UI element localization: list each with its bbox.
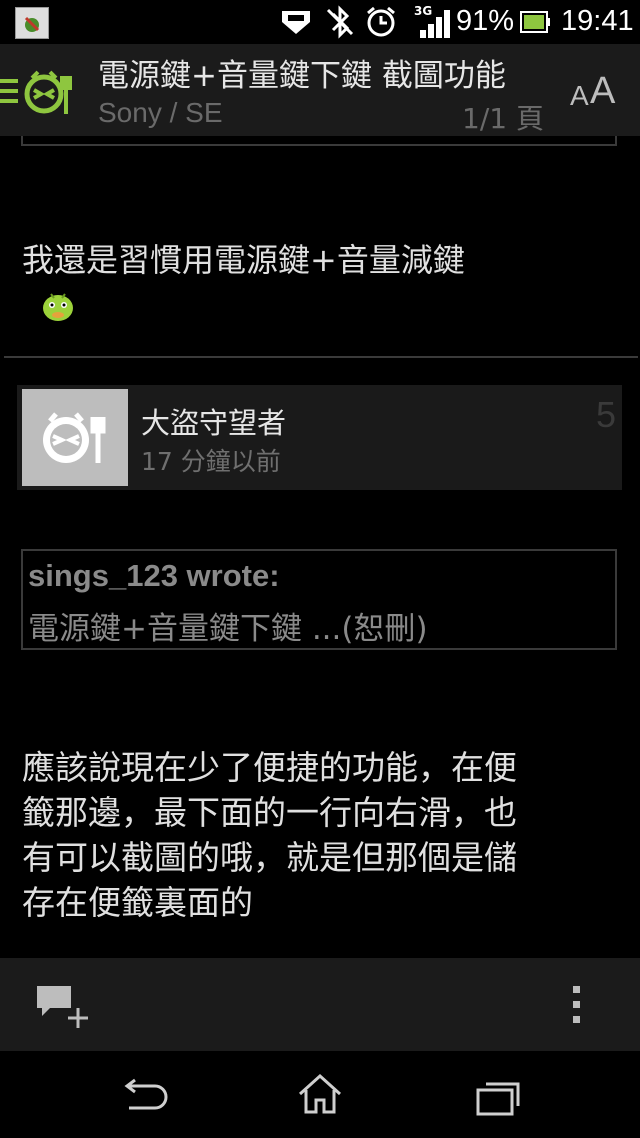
reply-icon bbox=[34, 986, 92, 1032]
font-size-button[interactable]: A A bbox=[566, 70, 626, 120]
bottom-action-bar bbox=[0, 958, 640, 1051]
status-time: 19:41 bbox=[561, 5, 634, 37]
post-body-line: 應該說現在少了便捷的功能，在便 bbox=[22, 748, 517, 787]
recent-apps-button[interactable] bbox=[474, 1076, 524, 1118]
car-mode-icon bbox=[279, 8, 313, 40]
avatar-logo-icon bbox=[38, 409, 112, 471]
post-divider bbox=[4, 356, 638, 358]
floor-number: 5 bbox=[596, 394, 617, 435]
battery-percent: 91% bbox=[456, 5, 515, 37]
app-logo-icon bbox=[22, 68, 80, 122]
font-size-icon-large: A bbox=[590, 70, 616, 112]
font-size-icon: A bbox=[570, 80, 589, 111]
previous-post-text: 我還是習慣用電源鍵+音量減鍵 bbox=[22, 241, 465, 279]
overflow-menu-button[interactable] bbox=[562, 982, 592, 1032]
signal-icon bbox=[418, 10, 452, 42]
post-body-line: 有可以截圖的哦，就是但那個是儲 bbox=[22, 838, 517, 877]
alarm-icon bbox=[364, 5, 398, 43]
post-body-line: 籤那邊，最下面的一行向右滑，也 bbox=[22, 793, 517, 832]
avatar[interactable] bbox=[22, 389, 128, 486]
page-title: 電源鍵+音量鍵下鍵 截圖功能 bbox=[98, 58, 506, 94]
forum-name: Sony / SE bbox=[98, 97, 223, 128]
home-icon bbox=[296, 1073, 344, 1122]
previous-card-bottom-border bbox=[21, 136, 617, 146]
battery-icon bbox=[520, 10, 550, 38]
recent-apps-icon bbox=[474, 1082, 524, 1122]
overflow-menu-icon bbox=[562, 986, 592, 1030]
emoticon-icon bbox=[40, 288, 76, 328]
post-body-line: 存在便籤裏面的 bbox=[22, 883, 253, 922]
quote-author: sings_123 wrote: bbox=[28, 558, 280, 593]
author-name[interactable]: 大盜守望者 bbox=[141, 400, 286, 442]
back-button[interactable] bbox=[115, 1074, 169, 1118]
menu-lines-icon bbox=[0, 78, 20, 108]
page-indicator[interactable]: 1/1 頁 bbox=[462, 97, 544, 137]
quote-text: 電源鍵+音量鍵下鍵 ...(恕刪) bbox=[28, 611, 428, 647]
post-body: 應該說現在少了便捷的功能，在便 籤那邊，最下面的一行向右滑，也 有可以截圖的哦，… bbox=[22, 745, 622, 925]
reply-button[interactable] bbox=[34, 982, 94, 1032]
post-time: 17 分鐘以前 bbox=[141, 447, 281, 476]
status-bar: 3G 91% 19:41 bbox=[0, 0, 640, 44]
back-icon bbox=[115, 1078, 169, 1122]
home-button[interactable] bbox=[296, 1072, 344, 1118]
bluetooth-off-icon bbox=[323, 5, 357, 43]
app-notification-icon bbox=[15, 7, 49, 39]
app-logo-button[interactable] bbox=[0, 66, 84, 120]
